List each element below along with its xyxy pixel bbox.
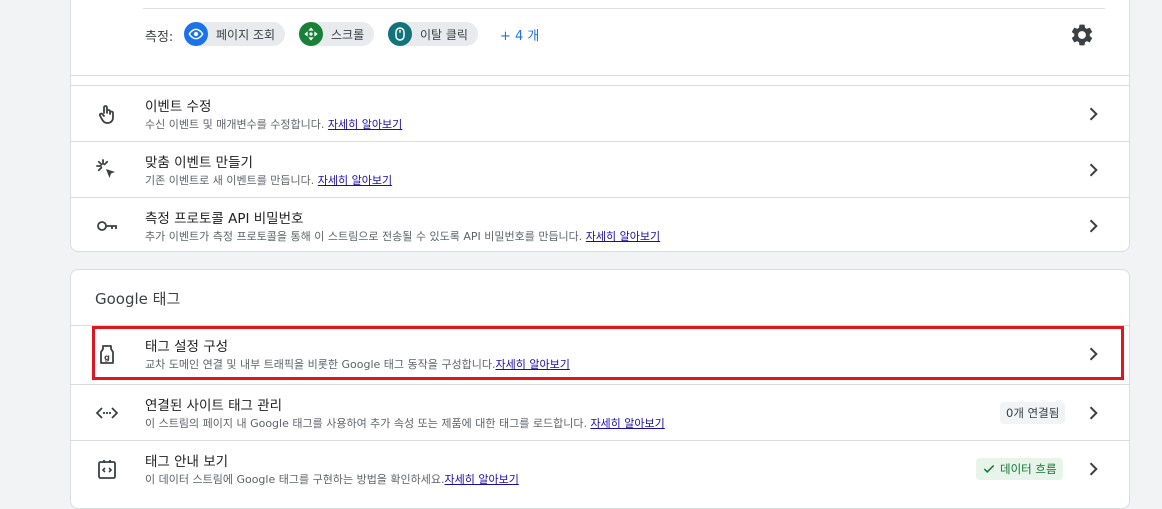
learn-more-link[interactable]: 자세히 알아보기 xyxy=(318,174,392,187)
row-title: 측정 프로토콜 API 비밀번호 xyxy=(145,211,304,227)
row-create-custom-event[interactable]: 맞춤 이벤트 만들기 기존 이벤트로 새 이벤트를 만듭니다. 자세히 알아보기 xyxy=(71,141,1129,197)
chip-page-view: 페이지 조회 xyxy=(184,22,286,46)
key-icon xyxy=(95,214,119,238)
code-arrows-icon xyxy=(95,401,119,425)
badge-label: 데이터 흐름 xyxy=(1000,462,1057,476)
chevron-right-icon[interactable] xyxy=(1083,459,1103,479)
row-manage-connected-site-tags[interactable]: 연결된 사이트 태그 관리 이 스트림의 페이지 내 Google 태그를 사용… xyxy=(71,384,1129,440)
check-icon xyxy=(983,464,995,473)
measurement-label: 측정: xyxy=(145,30,174,45)
chevron-right-icon[interactable] xyxy=(1083,344,1103,364)
chip-label: 이탈 클릭 xyxy=(420,27,468,42)
learn-more-link[interactable]: 자세히 알아보기 xyxy=(328,118,402,131)
row-title: 연결된 사이트 태그 관리 xyxy=(145,398,283,414)
more-measurements-link[interactable]: + 4 개 xyxy=(500,25,539,44)
row-description: 교차 도메인 연결 및 내부 트래픽을 비롯한 Google 태그 동작을 구성… xyxy=(145,358,570,371)
sparkle-cursor-icon xyxy=(95,158,119,182)
divider xyxy=(143,8,1105,9)
chip-label: 스크롤 xyxy=(331,27,365,42)
enhanced-measurement-row: 측정: 페이지 조회 스크롤 이탈 클릭 + 4 개 xyxy=(71,1,1129,76)
events-card: 측정: 페이지 조회 스크롤 이탈 클릭 + 4 개 이벤트 수정 수신 이벤트… xyxy=(70,0,1130,252)
tag-icon: g xyxy=(95,342,119,366)
row-description: 기존 이벤트로 새 이벤트를 만듭니다. 자세히 알아보기 xyxy=(145,174,393,187)
scroll-arrows-icon xyxy=(299,22,323,46)
learn-more-link[interactable]: 자세히 알아보기 xyxy=(590,417,664,430)
svg-text:g: g xyxy=(104,353,110,362)
row-description: 수신 이벤트 및 매개변수를 수정합니다. 자세히 알아보기 xyxy=(145,118,403,131)
row-title: 이벤트 수정 xyxy=(145,99,212,115)
chevron-right-icon[interactable] xyxy=(1083,216,1103,236)
learn-more-link[interactable]: 자세히 알아보기 xyxy=(445,473,519,486)
connected-count-badge: 0개 연결됨 xyxy=(1000,402,1066,424)
section-heading: Google 태그 xyxy=(95,290,181,308)
row-title: 맞춤 이벤트 만들기 xyxy=(145,155,253,171)
row-configure-tag-settings[interactable]: g 태그 설정 구성 교차 도메인 연결 및 내부 트래픽을 비롯한 Googl… xyxy=(71,325,1129,381)
chip-label: 페이지 조회 xyxy=(216,27,276,42)
mouse-icon xyxy=(388,22,412,46)
row-description: 이 스트림의 페이지 내 Google 태그를 사용하여 추가 속성 또는 제품… xyxy=(145,417,665,430)
chevron-right-icon[interactable] xyxy=(1083,160,1103,180)
row-title: 태그 안내 보기 xyxy=(145,454,229,470)
gear-icon[interactable] xyxy=(1069,22,1095,48)
learn-more-link[interactable]: 자세히 알아보기 xyxy=(586,230,660,243)
chevron-right-icon[interactable] xyxy=(1083,403,1103,423)
code-box-icon xyxy=(95,457,119,481)
google-tag-card: Google 태그 g 태그 설정 구성 교차 도메인 연결 및 내부 트래픽을… xyxy=(70,269,1130,509)
row-description: 추가 이벤트가 측정 프로토콜을 통해 이 스트림으로 전송될 수 있도록 AP… xyxy=(145,230,661,243)
chevron-right-icon[interactable] xyxy=(1083,104,1103,124)
row-edit-events[interactable]: 이벤트 수정 수신 이벤트 및 매개변수를 수정합니다. 자세히 알아보기 xyxy=(71,85,1129,141)
chip-outbound-click: 이탈 클릭 xyxy=(388,22,478,46)
row-measurement-protocol-secrets[interactable]: 측정 프로토콜 API 비밀번호 추가 이벤트가 측정 프로토콜을 통해 이 스… xyxy=(71,197,1129,251)
data-flow-status-badge: 데이터 흐름 xyxy=(976,458,1063,480)
row-description: 이 데이터 스트림에 Google 태그를 구현하는 방법을 확인하세요.자세히… xyxy=(145,473,519,486)
learn-more-link[interactable]: 자세히 알아보기 xyxy=(496,358,570,371)
row-view-tag-instructions[interactable]: 태그 안내 보기 이 데이터 스트림에 Google 태그를 구현하는 방법을 … xyxy=(71,440,1129,496)
eye-icon xyxy=(184,22,208,46)
touch-hand-icon xyxy=(95,102,119,126)
row-title: 태그 설정 구성 xyxy=(145,339,229,355)
chip-scroll: 스크롤 xyxy=(299,22,375,46)
